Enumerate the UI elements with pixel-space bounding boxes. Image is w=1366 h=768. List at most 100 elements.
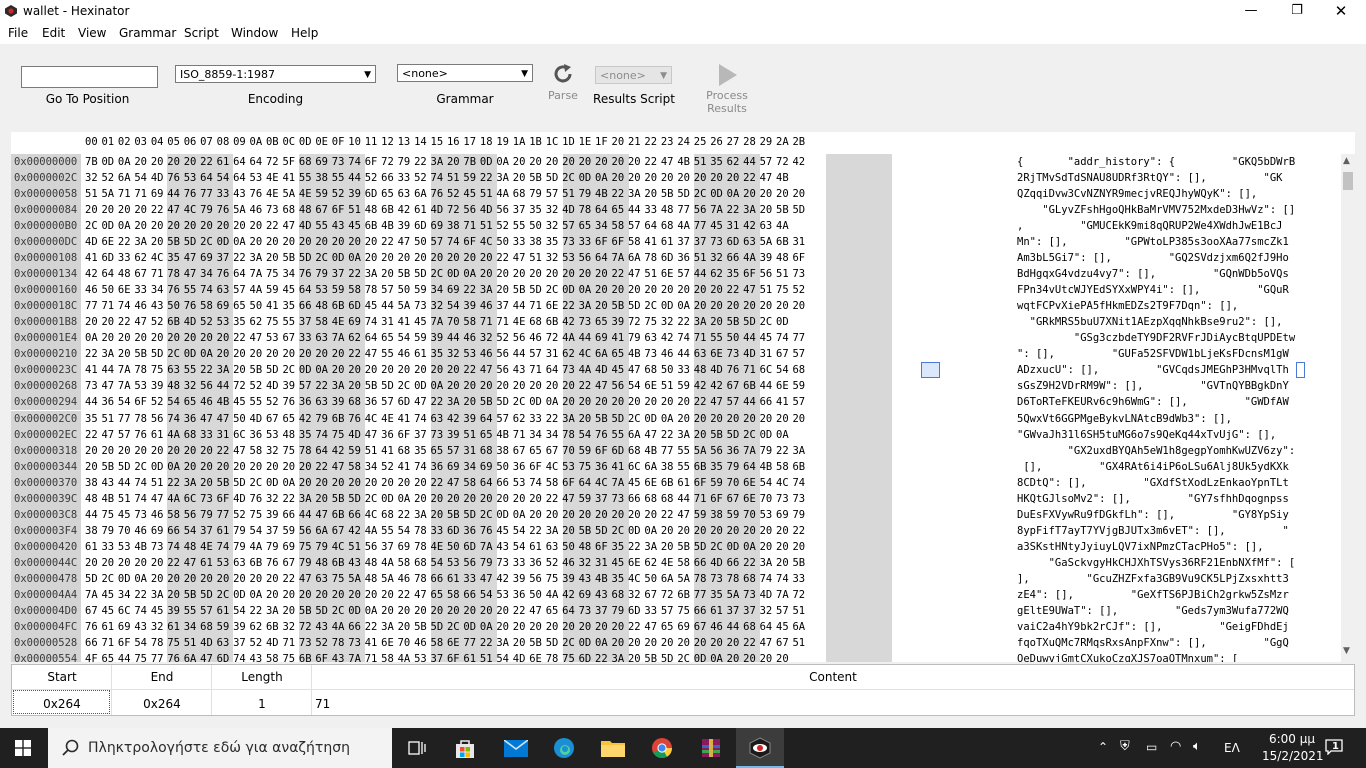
byte-cell[interactable]: 5F xyxy=(282,154,298,170)
byte-cell[interactable]: 3A xyxy=(546,523,562,539)
byte-cell[interactable]: 42 xyxy=(694,378,710,394)
byte-cell[interactable]: 20 xyxy=(365,362,381,378)
byte-cell[interactable]: 6F xyxy=(595,539,611,555)
row-bytes[interactable]: 35 51 77 78 56 74 36 47 47 50 4D 67 65 42 79 6B 76 4C 4E 41… xyxy=(85,411,809,427)
byte-cell[interactable]: 37 xyxy=(727,603,743,619)
byte-cell[interactable]: 20 xyxy=(200,443,216,459)
byte-cell[interactable]: 20 xyxy=(167,587,183,603)
grammar-select[interactable]: <none> ▼ xyxy=(397,64,533,82)
byte-cell[interactable]: 20 xyxy=(431,491,447,507)
byte-cell[interactable]: 74 xyxy=(167,539,183,555)
byte-cell[interactable]: 20 xyxy=(628,170,644,186)
byte-cell[interactable]: 39 xyxy=(332,394,348,410)
byte-cell[interactable]: 69 xyxy=(217,298,233,314)
byte-cell[interactable]: 4A xyxy=(496,186,512,202)
byte-cell[interactable]: 57 xyxy=(529,346,545,362)
byte-cell[interactable]: 59 xyxy=(694,507,710,523)
byte-cell[interactable]: 58 xyxy=(266,651,282,662)
byte-cell[interactable]: 69 xyxy=(348,314,364,330)
byte-cell[interactable]: 20 xyxy=(529,154,545,170)
byte-cell[interactable]: 6B xyxy=(250,555,266,571)
row-bytes[interactable]: 42 64 48 67 71 78 47 34 76 64 7A 75 34 76 79 37 22 3A 20 5B… xyxy=(85,266,809,282)
byte-cell[interactable]: 78 xyxy=(644,250,660,266)
byte-cell[interactable]: 65 xyxy=(101,651,117,662)
byte-cell[interactable]: 69 xyxy=(480,459,496,475)
row-ascii[interactable]: QZqqiDvw3CvNZNYR9mecjvREQJhyWQyK": [], xyxy=(1016,186,1323,202)
byte-cell[interactable]: 57 xyxy=(776,603,792,619)
byte-cell[interactable]: 0A xyxy=(743,539,759,555)
byte-cell[interactable]: 20 xyxy=(628,282,644,298)
byte-cell[interactable]: 5B xyxy=(217,475,233,491)
byte-cell[interactable]: 20 xyxy=(348,362,364,378)
byte-cell[interactable]: 38 xyxy=(529,234,545,250)
byte-cell[interactable]: 20 xyxy=(184,330,200,346)
byte-cell[interactable]: 0A xyxy=(644,523,660,539)
byte-cell[interactable]: 41 xyxy=(398,314,414,330)
byte-cell[interactable]: 20 xyxy=(612,635,628,651)
byte-cell[interactable]: 20 xyxy=(694,635,710,651)
row-ascii[interactable]: ADzxucU": [], "GVCqdsJMEGhP3HMvqlTh xyxy=(1016,362,1323,378)
byte-cell[interactable]: 68 xyxy=(414,555,430,571)
byte-cell[interactable]: 7B xyxy=(85,154,101,170)
byte-cell[interactable]: 61 xyxy=(151,427,167,443)
byte-cell[interactable]: 36 xyxy=(463,523,479,539)
byte-cell[interactable]: 31 xyxy=(546,346,562,362)
byte-cell[interactable]: 38 xyxy=(85,523,101,539)
byte-cell[interactable]: 6A xyxy=(414,186,430,202)
byte-cell[interactable]: 4E xyxy=(266,170,282,186)
byte-cell[interactable]: 20 xyxy=(480,603,496,619)
byte-cell[interactable]: 78 xyxy=(579,202,595,218)
byte-cell[interactable]: 65 xyxy=(431,443,447,459)
byte-cell[interactable]: 38 xyxy=(661,459,677,475)
byte-cell[interactable]: 6F xyxy=(217,491,233,507)
byte-cell[interactable]: 79 xyxy=(315,539,331,555)
byte-cell[interactable]: 75 xyxy=(332,427,348,443)
row-bytes[interactable]: 67 45 6C 74 45 39 55 57 61 54 22 3A 20 5B 5D 2C 0D 0A 20 20… xyxy=(85,603,809,619)
byte-cell[interactable]: 20 xyxy=(151,218,167,234)
byte-cell[interactable]: 2C xyxy=(250,475,266,491)
byte-cell[interactable]: 65 xyxy=(184,394,200,410)
byte-cell[interactable]: 64 xyxy=(233,154,249,170)
menu-file[interactable]: File xyxy=(8,26,28,40)
byte-cell[interactable]: 6D xyxy=(661,250,677,266)
byte-cell[interactable]: 20 xyxy=(167,154,183,170)
byte-cell[interactable]: 20 xyxy=(233,459,249,475)
byte-cell[interactable]: 41 xyxy=(644,234,660,250)
byte-cell[interactable]: 22 xyxy=(151,202,167,218)
byte-cell[interactable]: 79 xyxy=(101,523,117,539)
byte-cell[interactable]: 71 xyxy=(134,186,150,202)
hex-row[interactable]: 0x00000108 41 6D 33 62 4C 35 47 69 37 22 3A 20 5B 5D 2C… xyxy=(11,250,1331,267)
byte-cell[interactable]: 34 xyxy=(431,282,447,298)
byte-cell[interactable]: 3A xyxy=(760,555,776,571)
byte-cell[interactable]: 44 xyxy=(760,378,776,394)
byte-cell[interactable]: 66 xyxy=(381,170,397,186)
byte-cell[interactable]: 61 xyxy=(101,619,117,635)
byte-cell[interactable]: 5D xyxy=(118,459,134,475)
byte-cell[interactable]: 5A xyxy=(677,571,693,587)
row-ascii[interactable]: , "GMUCEkK9mi8qQRUP2We4XWdhJwE1BcJ xyxy=(1016,218,1323,234)
byte-cell[interactable]: 5B xyxy=(579,523,595,539)
byte-cell[interactable]: 37 xyxy=(233,635,249,651)
byte-cell[interactable]: 20 xyxy=(381,362,397,378)
row-ascii[interactable]: sGsZ9H2VDrRM9W": [], "GVTnQYBBgkDnY xyxy=(1016,378,1323,394)
byte-cell[interactable]: 47 xyxy=(299,571,315,587)
byte-cell[interactable]: 36 xyxy=(431,459,447,475)
byte-cell[interactable]: 47 xyxy=(217,411,233,427)
byte-cell[interactable]: 47 xyxy=(282,218,298,234)
byte-cell[interactable]: 76 xyxy=(431,186,447,202)
byte-cell[interactable]: 20 xyxy=(266,346,282,362)
byte-cell[interactable]: 79 xyxy=(727,459,743,475)
byte-cell[interactable]: 4B xyxy=(628,346,644,362)
byte-cell[interactable]: 54 xyxy=(447,298,463,314)
byte-cell[interactable]: 2C xyxy=(101,571,117,587)
byte-cell[interactable]: 47 xyxy=(562,491,578,507)
byte-cell[interactable]: 44 xyxy=(694,266,710,282)
byte-cell[interactable]: 53 xyxy=(184,170,200,186)
refresh-icon[interactable] xyxy=(552,63,574,85)
byte-cell[interactable]: 5A xyxy=(381,571,397,587)
byte-cell[interactable]: 0A xyxy=(463,266,479,282)
byte-cell[interactable]: 57 xyxy=(792,394,808,410)
byte-cell[interactable]: 51 xyxy=(480,218,496,234)
byte-cell[interactable]: 0D xyxy=(299,362,315,378)
byte-cell[interactable]: 5D xyxy=(677,186,693,202)
